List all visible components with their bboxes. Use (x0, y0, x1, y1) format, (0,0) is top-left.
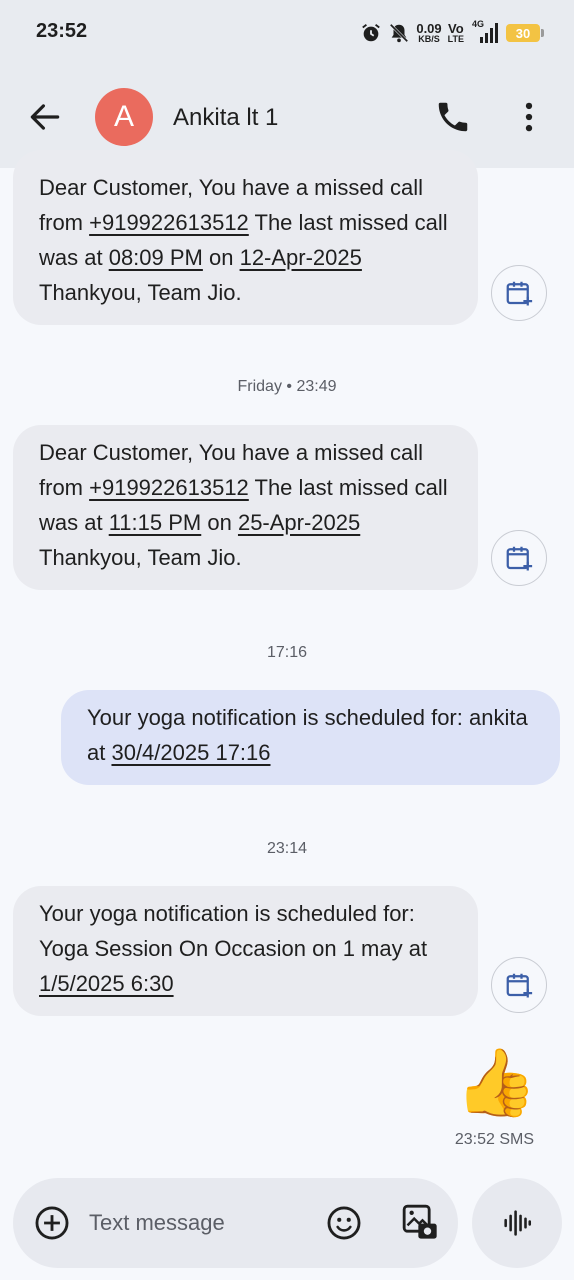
add-icon (35, 1206, 69, 1240)
timestamp-divider: 17:16 (266, 644, 308, 661)
calendar-add-icon (506, 973, 533, 998)
phone-link[interactable]: +919922613512 (89, 475, 249, 500)
emoji-icon (327, 1206, 361, 1240)
add-to-calendar-button[interactable] (491, 957, 547, 1013)
time-link[interactable]: 08:09 PM (109, 245, 203, 270)
time-link[interactable]: 11:15 PM (109, 510, 202, 535)
back-button[interactable] (26, 98, 64, 136)
status-time: 23:52 (36, 20, 88, 42)
message-text: on (202, 245, 240, 270)
net-speed-unit: KB/S (418, 33, 440, 44)
add-attachment-button[interactable] (33, 1204, 71, 1242)
add-to-calendar-button[interactable] (491, 265, 547, 321)
back-arrow-icon (30, 104, 60, 130)
battery-icon: 30 (506, 24, 544, 42)
signal-icon: 4G (470, 19, 500, 45)
timestamp-divider: Friday • 23:49 (237, 378, 337, 395)
compose-bar (13, 1178, 458, 1268)
message-text: Thankyou, Team Jio. (39, 280, 242, 305)
phone-link[interactable]: +919922613512 (89, 210, 249, 235)
message-meta: 23:52 SMS (455, 1131, 534, 1149)
volte-indicator: Vo LTE (447, 22, 464, 44)
message-time: 23:52 (454, 1131, 495, 1148)
bell-off-icon (388, 22, 410, 44)
avatar[interactable]: A (95, 88, 153, 146)
thumbs-up-emoji-message[interactable]: 👍 (455, 1042, 537, 1122)
message-input[interactable] (89, 1203, 309, 1243)
message-bubble-incoming[interactable]: Dear Customer, You have a missed call fr… (13, 150, 478, 325)
add-to-calendar-button[interactable] (491, 530, 547, 586)
message-text: Your yoga notification is scheduled for:… (39, 901, 428, 961)
alarm-icon (360, 22, 382, 44)
network-type: 4G (472, 19, 485, 29)
phone-icon (438, 102, 468, 132)
calendar-add-icon (506, 546, 533, 571)
voice-icon (504, 1210, 532, 1236)
gallery-icon (402, 1204, 437, 1239)
date-link[interactable]: 25-Apr-2025 (238, 510, 360, 535)
message-type: SMS (499, 1131, 534, 1148)
message-text: Thankyou, Team Jio. (39, 545, 242, 570)
contact-name[interactable]: Ankita lt 1 (173, 104, 278, 132)
date-link[interactable]: 12-Apr-2025 (240, 245, 362, 270)
message-bubble-incoming[interactable]: Your yoga notification is scheduled for:… (13, 886, 478, 1016)
status-bar: 23:52 0.09 KB/S Vo LTE 4G 30 (0, 0, 574, 64)
timestamp-divider: 23:14 (266, 840, 308, 857)
datetime-link[interactable]: 1/5/2025 6:30 (39, 971, 174, 996)
volte-bottom: LTE (447, 33, 464, 44)
calendar-add-icon (506, 281, 533, 306)
call-button[interactable] (434, 98, 472, 136)
message-text: on (201, 510, 238, 535)
status-icons: 0.09 KB/S Vo LTE 4G 30 (360, 18, 544, 48)
message-bubble-incoming[interactable]: Dear Customer, You have a missed call fr… (13, 425, 478, 590)
gallery-button[interactable] (400, 1202, 440, 1242)
message-bubble-outgoing[interactable]: Your yoga notification is scheduled for:… (61, 690, 560, 785)
net-speed: 0.09 KB/S (416, 22, 441, 44)
more-vert-icon (525, 102, 533, 132)
datetime-link[interactable]: 30/4/2025 17:16 (111, 740, 270, 765)
emoji-button[interactable] (325, 1204, 363, 1242)
more-options-button[interactable] (510, 98, 548, 136)
voice-message-button[interactable] (472, 1178, 562, 1268)
